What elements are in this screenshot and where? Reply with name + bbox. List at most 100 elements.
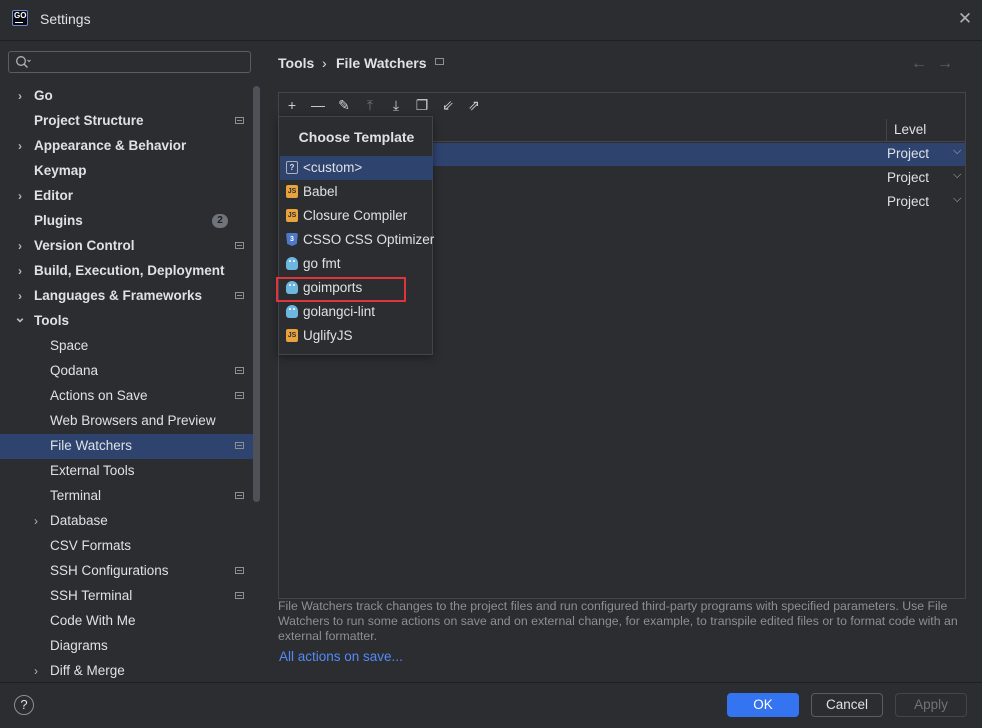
table-row[interactable]: Project ⌵ [433,191,965,214]
sidebar-item[interactable]: ⌄ Tools [0,309,260,334]
sidebar-item[interactable]: Code With Me [0,609,260,634]
update-count-badge: 2 [212,214,228,228]
chevron-down-icon[interactable]: ⌵ [953,145,961,158]
goimports-highlight-box [276,277,406,302]
sidebar-item-label: Version Control [34,238,135,253]
copy-icon[interactable]: ❐ [413,97,431,113]
sidebar-item[interactable]: Keymap [0,159,260,184]
template-option[interactable]: JS Closure Compiler [280,204,433,228]
ok-button[interactable]: OK [727,693,799,717]
sidebar-item[interactable]: SSH Terminal [0,584,260,609]
js-file-icon: JS [286,329,298,342]
apply-button[interactable]: Apply [895,693,967,717]
sidebar-item[interactable]: SSH Configurations [0,559,260,584]
sidebar-item-label: Project Structure [34,113,144,128]
add-icon[interactable]: + [283,97,301,113]
chevron-right-icon[interactable]: › [30,509,42,533]
sidebar-item[interactable]: › Editor [0,184,260,209]
sidebar-item[interactable]: Qodana [0,359,260,384]
sidebar-item[interactable]: File Watchers [0,434,260,459]
sidebar-item[interactable]: Actions on Save [0,384,260,409]
remove-icon[interactable]: — [309,97,327,113]
level-column-header[interactable]: Level [894,122,926,137]
sidebar-item[interactable]: › Version Control [0,234,260,259]
search-input[interactable] [8,51,251,73]
sidebar-item[interactable]: Plugins 2 [0,209,260,234]
column-separator [886,119,887,141]
project-level-icon [235,392,244,399]
forward-arrow-icon[interactable]: → [937,55,953,73]
breadcrumb-current: File Watchers [336,55,427,71]
chevron-right-icon[interactable]: › [30,659,42,683]
goland-logo-icon: GO [12,10,28,26]
sidebar-item-label: Database [50,513,108,528]
chevron-down-icon[interactable]: ⌵ [953,169,961,182]
template-option[interactable]: go fmt [280,252,433,276]
sidebar-item-label: SSH Terminal [50,588,133,603]
go-file-icon [286,257,298,270]
help-icon[interactable]: ? [14,695,34,715]
import-icon[interactable]: ⇙ [439,97,457,113]
sidebar-item[interactable]: Project Structure [0,109,260,134]
sidebar-item[interactable]: › Diff & Merge [0,659,260,684]
template-option[interactable]: JS Babel [280,180,433,204]
breadcrumb-parent[interactable]: Tools [278,55,314,71]
sidebar-item[interactable]: › Go [0,84,260,109]
chevron-right-icon[interactable]: › [14,134,26,158]
cancel-button[interactable]: Cancel [811,693,883,717]
template-option[interactable]: golangci-lint [280,300,433,324]
sidebar-item[interactable]: › Languages & Frameworks [0,284,260,309]
popup-title: Choose Template [298,129,415,145]
project-level-icon [435,58,444,65]
chevron-right-icon[interactable]: › [14,259,26,283]
move-down-icon[interactable]: ⤓ [387,97,405,113]
sidebar-item[interactable]: CSV Formats [0,534,260,559]
template-option[interactable]: ? <custom> [280,156,433,180]
project-level-icon [235,442,244,449]
window-title: Settings [40,11,91,27]
chevron-right-icon[interactable]: › [14,184,26,208]
sidebar-item[interactable]: › Appearance & Behavior [0,134,260,159]
sidebar-item[interactable]: › Build, Execution, Deployment [0,259,260,284]
sidebar-item-label: File Watchers [50,438,133,453]
level-select[interactable]: Project [887,146,929,161]
sidebar-item[interactable]: External Tools [0,459,260,484]
custom-file-icon: ? [286,161,298,174]
sidebar-item[interactable]: Space [0,334,260,359]
edit-icon[interactable]: ✎ [335,97,353,113]
project-level-icon [235,117,244,124]
bottom-divider [0,682,982,683]
logo-text: GO [14,11,27,20]
sidebar-item[interactable]: › Database [0,509,260,534]
chevron-down-icon[interactable]: ⌵ [953,193,961,206]
table-row[interactable]: Project ⌵ [433,143,965,166]
sidebar-scrollbar[interactable] [253,86,260,502]
title-bar [0,0,982,41]
template-option-label: CSSO CSS Optimizer [303,232,435,247]
chevron-down-icon[interactable]: ⌄ [14,305,26,329]
template-option[interactable]: JS UglifyJS [280,324,433,348]
export-icon[interactable]: ⇗ [465,97,483,113]
sidebar-item[interactable]: Terminal [0,484,260,509]
sidebar-item-label: Diff & Merge [50,663,125,678]
chevron-right-icon[interactable]: › [14,234,26,258]
all-actions-on-save-link[interactable]: All actions on save... [279,649,403,664]
template-option[interactable]: 3 CSSO CSS Optimizer [280,228,435,252]
template-option-label: UglifyJS [303,328,353,343]
css-file-icon: 3 [286,233,298,246]
level-select[interactable]: Project [887,170,929,185]
choose-template-popup: Choose Template ? <custom> JS Babel JS Closur… [278,116,435,355]
project-level-icon [235,567,244,574]
description-text: File Watchers track changes to the proje… [278,599,958,643]
sidebar-item-label: Space [50,338,89,353]
sidebar-item[interactable]: Web Browsers and Preview [0,409,260,434]
sidebar-item-label: Build, Execution, Deployment [34,263,225,278]
back-arrow-icon[interactable]: ← [911,55,927,73]
close-icon[interactable]: ✕ [956,10,974,28]
table-row[interactable]: Project ⌵ [433,167,965,190]
sidebar-item-label: Appearance & Behavior [34,138,187,153]
project-level-icon [235,367,244,374]
chevron-right-icon[interactable]: › [14,84,26,108]
level-select[interactable]: Project [887,194,929,209]
sidebar-item[interactable]: Diagrams [0,634,260,659]
